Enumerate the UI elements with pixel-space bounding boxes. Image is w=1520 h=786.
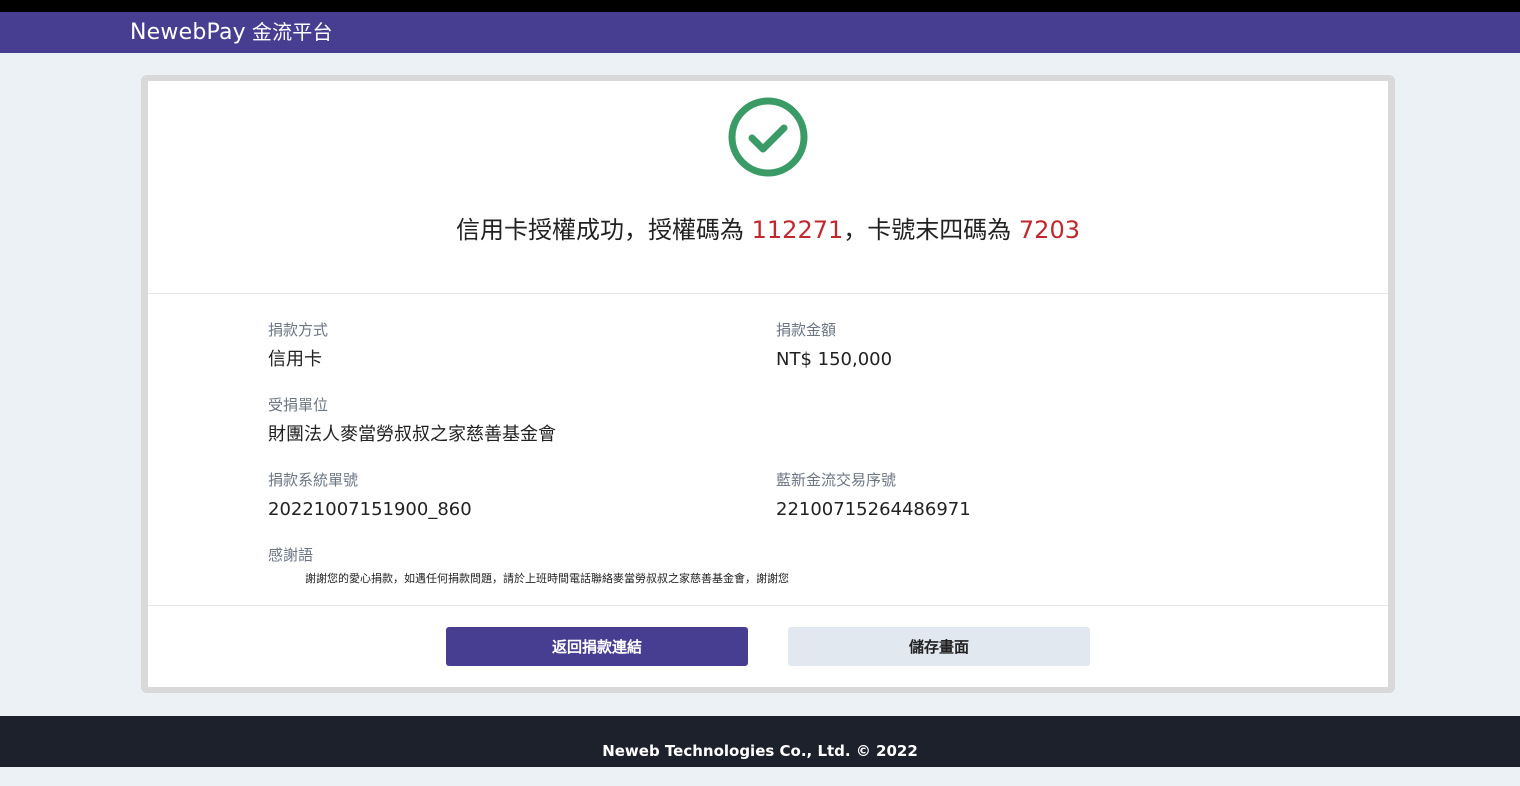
back-to-donation-button[interactable]: 返回捐款連結 — [446, 627, 748, 666]
result-mid: ，卡號末四碼為 — [843, 216, 1019, 244]
save-screen-button[interactable]: 儲存畫面 — [788, 627, 1090, 666]
divider-top — [148, 293, 1388, 294]
donation-method-label: 捐款方式 — [268, 321, 329, 339]
card-last4: 7203 — [1018, 216, 1080, 244]
check-circle-icon — [728, 97, 808, 177]
result-card: 信用卡授權成功，授權碼為 112271，卡號末四碼為 7203 捐款方式 信用卡… — [148, 81, 1388, 687]
field-recipient: 受捐單位 財團法人麥當勞叔叔之家慈善基金會 — [268, 395, 556, 447]
field-system-order-no: 捐款系統單號 20221007151900_860 — [268, 470, 472, 522]
site-header: NewebPay 金流平台 — [0, 12, 1520, 53]
recipient-label: 受捐單位 — [268, 396, 329, 414]
thanks-message: 謝謝您的愛心捐款，如遇任何捐款問題，請於上班時間電話聯絡麥當勞叔叔之家慈善基金會… — [305, 572, 789, 585]
donation-method-value: 信用卡 — [268, 349, 322, 370]
field-trade-no: 藍新金流交易序號 22100715264486971 — [776, 470, 971, 522]
divider-bottom — [148, 605, 1388, 606]
system-order-no-label: 捐款系統單號 — [268, 471, 359, 489]
system-order-no-value: 20221007151900_860 — [268, 499, 472, 520]
auth-code: 112271 — [751, 216, 844, 244]
brand-name: NewebPay — [130, 20, 246, 45]
trade-no-label: 藍新金流交易序號 — [776, 471, 897, 489]
thanks-label: 感謝語 — [268, 546, 314, 564]
trade-no-value: 22100715264486971 — [776, 499, 971, 520]
field-donation-amount: 捐款金額 NT$ 150,000 — [776, 320, 892, 372]
brand-logo[interactable]: NewebPay 金流平台 — [130, 18, 333, 47]
donation-amount-label: 捐款金額 — [776, 321, 837, 339]
brand-subtitle: 金流平台 — [251, 20, 333, 44]
top-strip — [0, 0, 1520, 12]
footer-copyright: Neweb Technologies Co., Ltd. © 2022 — [602, 742, 918, 760]
recipient-value: 財團法人麥當勞叔叔之家慈善基金會 — [268, 424, 556, 445]
result-prefix: 信用卡授權成功，授權碼為 — [456, 216, 752, 244]
result-card-frame: 信用卡授權成功，授權碼為 112271，卡號末四碼為 7203 捐款方式 信用卡… — [141, 75, 1395, 693]
site-footer: Neweb Technologies Co., Ltd. © 2022 — [0, 716, 1520, 767]
field-thanks: 感謝語 — [268, 545, 313, 565]
field-donation-method: 捐款方式 信用卡 — [268, 320, 328, 372]
donation-amount-value: NT$ 150,000 — [776, 349, 893, 370]
auth-result-message: 信用卡授權成功，授權碼為 112271，卡號末四碼為 7203 — [148, 213, 1388, 247]
